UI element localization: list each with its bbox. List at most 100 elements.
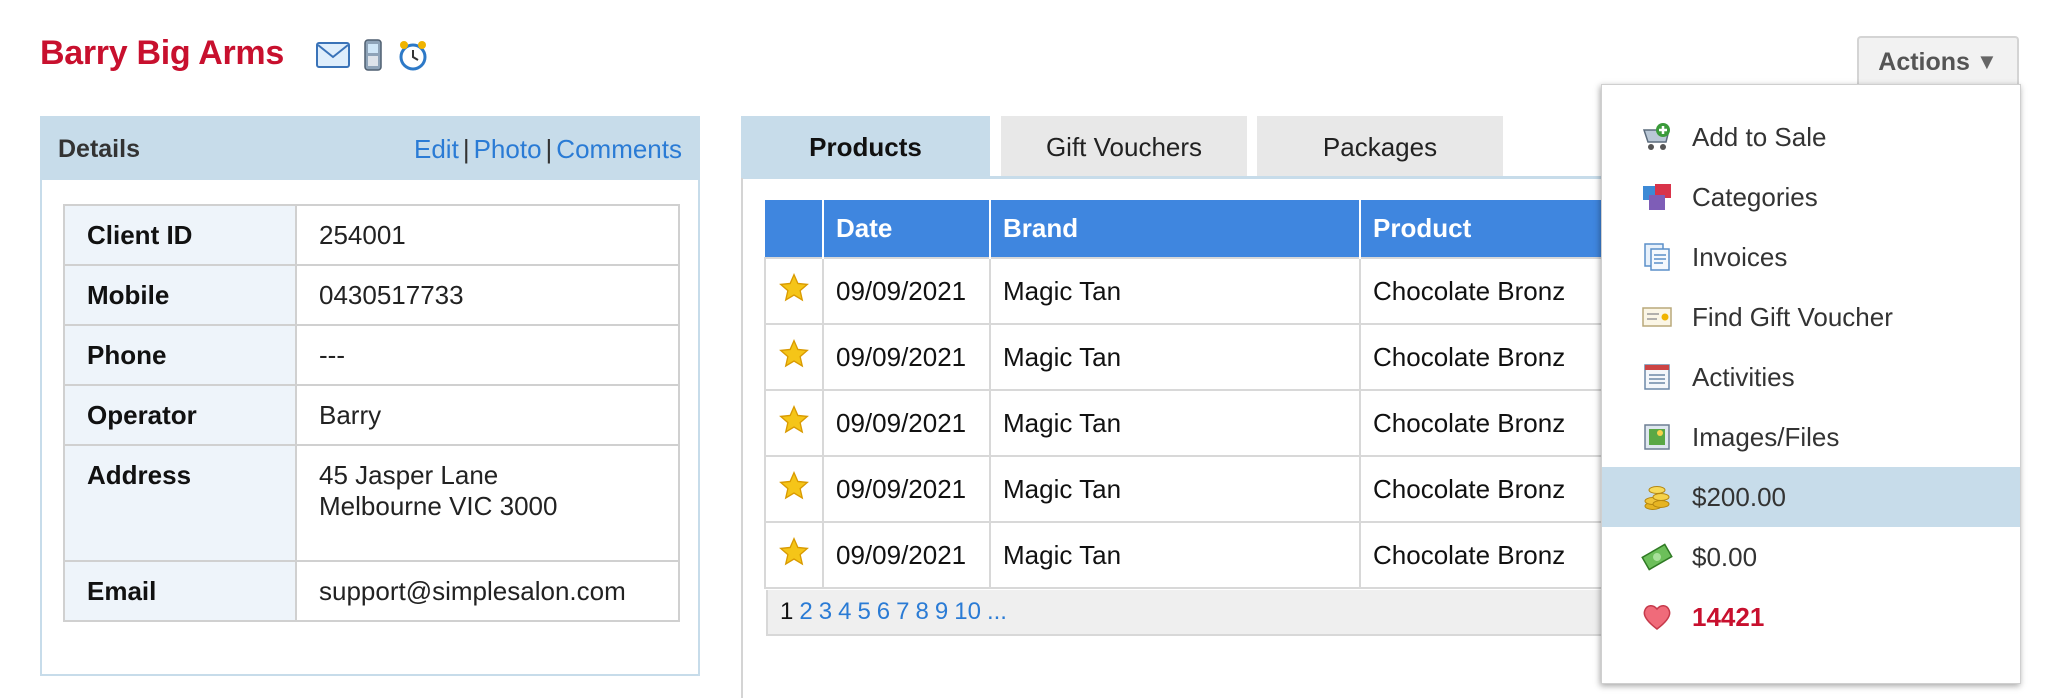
categories-icon	[1640, 180, 1674, 214]
detail-value: support@simplesalon.com	[295, 560, 680, 622]
detail-row-address: Address 45 Jasper Lane Melbourne VIC 300…	[63, 444, 680, 562]
detail-value: 45 Jasper Lane Melbourne VIC 3000	[295, 444, 680, 562]
menu-item-find-gift-voucher[interactable]: Find Gift Voucher	[1602, 287, 2020, 347]
star-icon[interactable]	[764, 323, 824, 391]
star-icon[interactable]	[764, 455, 824, 523]
menu-item-label: $0.00	[1692, 541, 1758, 572]
detail-row-operator: Operator Barry	[63, 384, 680, 446]
menu-item-cash-balance[interactable]: $0.00	[1602, 527, 2020, 587]
row-date: 09/09/2021	[822, 455, 991, 523]
edit-link[interactable]: Edit	[414, 134, 459, 164]
detail-label: Address	[63, 444, 297, 562]
link-separator: |	[545, 133, 553, 164]
page-link[interactable]: 6	[877, 598, 890, 626]
menu-item-images-files[interactable]: Images/Files	[1602, 407, 2020, 467]
page-current: 1	[780, 598, 794, 625]
chevron-down-icon: ▼	[1975, 49, 1998, 74]
actions-label: Actions	[1878, 47, 1970, 76]
table-row[interactable]: 09/09/2021 Magic Tan Chocolate Bronz	[764, 323, 1644, 391]
tab-packages[interactable]: Packages	[1257, 116, 1503, 178]
detail-value: Barry	[295, 384, 680, 446]
page-link[interactable]: 10	[954, 598, 981, 626]
table-row[interactable]: 09/09/2021 Magic Tan Chocolate Bronz	[764, 521, 1644, 589]
menu-item-invoices[interactable]: Invoices	[1602, 227, 2020, 287]
tab-gift-vouchers[interactable]: Gift Vouchers	[1001, 116, 1247, 178]
page-link[interactable]: 3	[819, 598, 832, 626]
photo-link[interactable]: Photo	[474, 134, 542, 164]
row-brand: Magic Tan	[989, 389, 1361, 457]
cash-icon	[1640, 540, 1674, 574]
row-date: 09/09/2021	[822, 257, 991, 325]
images-icon	[1640, 420, 1674, 454]
detail-label: Operator	[63, 384, 297, 446]
row-brand: Magic Tan	[989, 323, 1361, 391]
detail-row-phone: Phone ---	[63, 324, 680, 386]
add-to-sale-icon	[1640, 120, 1674, 154]
star-icon[interactable]	[764, 389, 824, 457]
detail-row-mobile: Mobile 0430517733	[63, 264, 680, 326]
details-title: Details	[58, 134, 140, 163]
client-details-table: Client ID 254001 Mobile 0430517733 Phone…	[63, 204, 680, 622]
column-header-date[interactable]: Date	[823, 200, 991, 258]
table-row[interactable]: 09/09/2021 Magic Tan Chocolate Bronz	[764, 389, 1644, 457]
page-link[interactable]: 4	[838, 598, 851, 626]
alarm-clock-icon[interactable]	[396, 38, 430, 72]
row-brand: Magic Tan	[989, 257, 1361, 325]
gift-voucher-icon	[1640, 300, 1674, 334]
coins-icon	[1640, 480, 1674, 514]
row-date: 09/09/2021	[822, 323, 991, 391]
menu-item-account-balance[interactable]: $200.00	[1602, 467, 2020, 527]
menu-item-categories[interactable]: Categories	[1602, 167, 2020, 227]
row-date: 09/09/2021	[822, 389, 991, 457]
actions-dropdown-menu: Add to Sale Categories Invoices Find Gif…	[1601, 84, 2021, 684]
details-header: Details Edit | Photo | Comments	[42, 118, 698, 180]
client-name: Barry Big Arms	[40, 34, 284, 72]
tab-products[interactable]: Products	[741, 116, 990, 178]
menu-item-loyalty-points[interactable]: 14421	[1602, 587, 2020, 647]
star-icon[interactable]	[764, 257, 824, 325]
row-date: 09/09/2021	[822, 521, 991, 589]
menu-item-add-to-sale[interactable]: Add to Sale	[1602, 107, 2020, 167]
detail-row-email: Email support@simplesalon.com	[63, 560, 680, 622]
client-contact-icons	[316, 38, 430, 72]
star-icon[interactable]	[764, 521, 824, 589]
detail-label: Mobile	[63, 264, 297, 326]
page-link[interactable]: 7	[896, 598, 909, 626]
pagination: 1 2 3 4 5 6 7 8 9 10 ...	[766, 590, 1646, 636]
invoices-icon	[1640, 240, 1674, 274]
details-links: Edit | Photo | Comments	[414, 134, 682, 165]
table-row[interactable]: 09/09/2021 Magic Tan Chocolate Bronz	[764, 455, 1644, 523]
row-brand: Magic Tan	[989, 521, 1361, 589]
column-header-brand[interactable]: Brand	[990, 200, 1361, 258]
page-link[interactable]: 9	[935, 598, 948, 626]
detail-label: Client ID	[63, 204, 297, 266]
link-separator: |	[462, 133, 470, 164]
email-icon[interactable]	[316, 38, 350, 72]
menu-item-label: $200.00	[1692, 481, 1786, 512]
menu-item-label: 14421	[1692, 601, 1765, 632]
detail-label: Email	[63, 560, 297, 622]
menu-item-activities[interactable]: Activities	[1602, 347, 2020, 407]
detail-row-client-id: Client ID 254001	[63, 204, 680, 266]
heart-icon	[1640, 600, 1674, 634]
row-brand: Magic Tan	[989, 455, 1361, 523]
address-line-1: 45 Jasper Lane	[319, 460, 499, 490]
address-line-2: Melbourne VIC 3000	[319, 491, 558, 521]
page-link[interactable]: 5	[857, 598, 870, 626]
menu-item-label: Activities	[1692, 361, 1795, 392]
mobile-phone-icon[interactable]	[356, 38, 390, 72]
table-row[interactable]: 09/09/2021 Magic Tan Chocolate Bronz	[764, 257, 1644, 325]
page-link[interactable]: 8	[916, 598, 929, 626]
page-link-more[interactable]: ...	[987, 598, 1007, 626]
menu-item-label: Invoices	[1692, 241, 1788, 272]
details-panel: Details Edit | Photo | Comments Client ID 25…	[40, 116, 700, 676]
menu-item-label: Add to Sale	[1692, 121, 1827, 152]
products-table: Date Brand Product 09/09/2021 Magic Tan …	[764, 200, 1644, 589]
actions-button[interactable]: Actions ▼	[1857, 36, 2019, 86]
detail-value: ---	[295, 324, 680, 386]
activities-icon	[1640, 360, 1674, 394]
page-link[interactable]: 2	[799, 598, 812, 626]
menu-item-label: Find Gift Voucher	[1692, 301, 1893, 332]
comments-link[interactable]: Comments	[556, 134, 682, 164]
detail-value: 0430517733	[295, 264, 680, 326]
